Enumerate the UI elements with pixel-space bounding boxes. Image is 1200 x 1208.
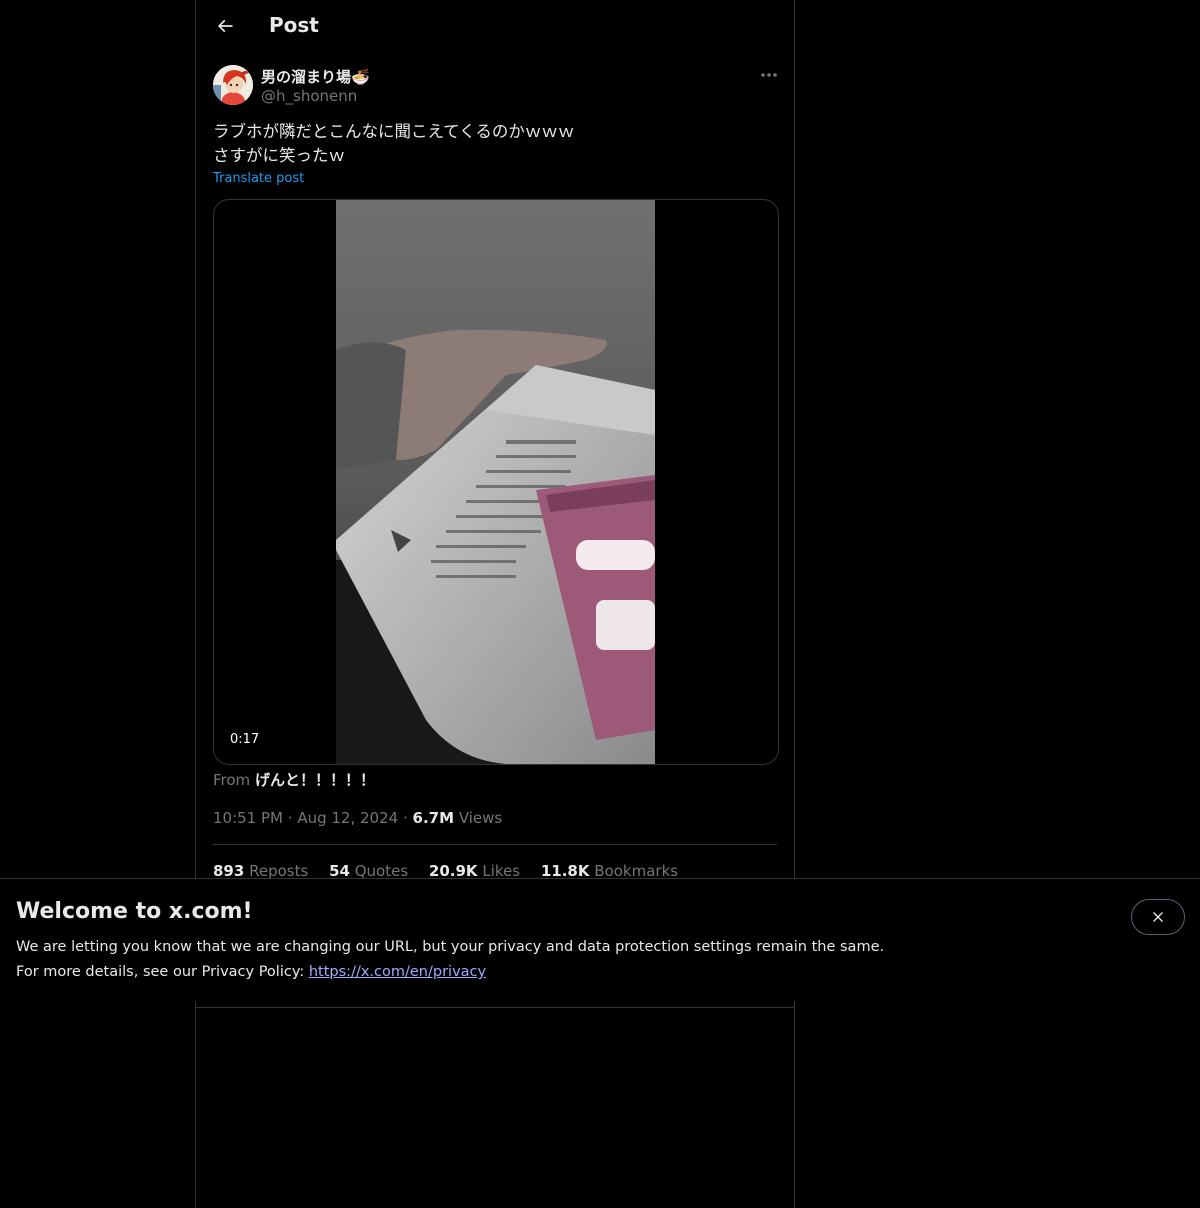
author-handle[interactable]: @h_shonenn [261, 87, 357, 105]
close-icon [1153, 912, 1163, 922]
url-change-banner: Welcome to x.com! We are letting you kno… [0, 878, 1200, 1001]
source-user-link[interactable]: げんと！！！！！ [255, 771, 375, 789]
divider [213, 844, 777, 845]
video-thumbnail [336, 200, 655, 764]
banner-body: We are letting you know that we are chan… [16, 935, 884, 985]
banner-text-line-2: For more details, see our Privacy Policy… [16, 960, 884, 985]
translate-post-link[interactable]: Translate post [213, 171, 304, 186]
post-time[interactable]: 10:51 PM [213, 809, 283, 827]
post-column: Post 男の溜まり場🍜 @h_shonenn ラブホが隣だとこんなに聞こえてく… [195, 0, 795, 1208]
more-horizontal-icon [761, 73, 777, 77]
banner-text-prefix: For more details, see our Privacy Policy… [16, 964, 305, 980]
meta-separator: · [287, 809, 293, 827]
page-title: Post [269, 13, 319, 37]
page-header: Post [196, 0, 794, 53]
privacy-policy-link[interactable]: https://x.com/en/privacy [309, 964, 486, 980]
arrow-left-icon [217, 19, 233, 33]
banner-title: Welcome to x.com! [16, 899, 253, 924]
views-label: Views [458, 809, 503, 827]
divider [196, 1007, 794, 1008]
post-date[interactable]: Aug 12, 2024 [297, 809, 398, 827]
close-banner-button[interactable] [1131, 899, 1185, 935]
post-metadata: 10:51 PM · Aug 12, 2024 · 6.7M Views [213, 809, 502, 827]
author-name[interactable]: 男の溜まり場🍜 [261, 66, 370, 87]
more-options-button[interactable] [756, 64, 782, 86]
back-button[interactable] [208, 9, 242, 43]
post-text-line: ラブホが隣だとこんなに聞こえてくるのかｗｗｗ [213, 122, 575, 141]
meta-separator: · [402, 809, 408, 827]
source-attribution: From げんと！！！！！ [213, 769, 375, 790]
views-count: 6.7M [412, 809, 455, 827]
post-text: ラブホが隣だとこんなに聞こえてくるのかｗｗｗ さすがに笑ったｗ [213, 120, 777, 168]
video-duration-badge: 0:17 [222, 730, 268, 749]
banner-text: We are letting you know that we are chan… [16, 939, 885, 955]
video-player[interactable]: 0:17 [213, 199, 779, 765]
from-label: From [213, 771, 251, 789]
avatar[interactable] [213, 65, 253, 105]
post-text-line: さすがに笑ったｗ [213, 146, 345, 165]
